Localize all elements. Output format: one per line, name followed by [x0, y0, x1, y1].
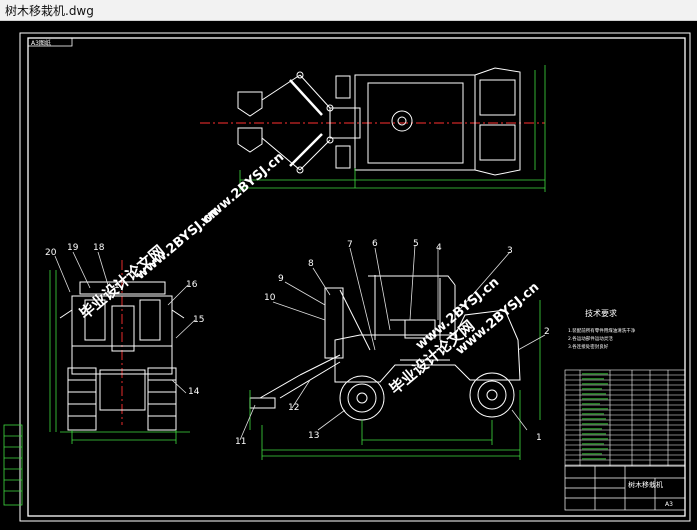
- drawing-canvas[interactable]: A3图纸 1 2 3 4 5 6 7 8 9 10 11 12 13 14 15…: [0, 20, 697, 526]
- part-number: 6: [372, 239, 378, 249]
- sheet-label: A3图纸: [31, 39, 51, 47]
- part-number: 1: [536, 433, 542, 443]
- part-number: 2: [544, 327, 550, 337]
- side-view: [249, 275, 541, 460]
- part-number: 20: [45, 248, 57, 258]
- tech-requirement-line: 3.各连接处密封良好: [568, 343, 609, 350]
- part-number: 11: [235, 437, 246, 447]
- parts-list-fill: [582, 373, 608, 460]
- title-block-name: 树木移栽机: [628, 480, 663, 489]
- part-number: 15: [193, 315, 204, 325]
- part-number: 13: [308, 431, 319, 441]
- part-number: 16: [186, 280, 198, 290]
- tech-requirements: 技术要求 1.装配前所有零件用煤油清洗干净 2.各运动部件运动灵活 3.各连接处…: [568, 308, 636, 350]
- tech-requirement-line: 1.装配前所有零件用煤油清洗干净: [568, 327, 636, 334]
- part-number: 8: [308, 259, 314, 269]
- part-number: 3: [507, 246, 513, 256]
- part-number: 7: [347, 240, 353, 250]
- part-number: 10: [264, 293, 276, 303]
- watermark-text: www.2BYSJ.cn: [133, 205, 222, 283]
- window-titlebar: 树木移栽机.dwg: [0, 0, 697, 21]
- window-title: 树木移栽机.dwg: [5, 4, 94, 18]
- tech-requirement-line: 2.各运动部件运动灵活: [568, 335, 613, 342]
- watermark: www.2BYSJ.cn 毕业设计论文网 www.2BYSJ.cn www.2B…: [76, 150, 542, 398]
- part-number: 19: [67, 243, 79, 253]
- part-number: 5: [413, 239, 419, 249]
- part-number: 12: [288, 403, 299, 413]
- part-number: 9: [278, 274, 284, 284]
- part-number: 14: [188, 387, 200, 397]
- title-block-sheet: A3: [665, 501, 673, 508]
- left-revision-strip: [3, 424, 23, 506]
- tech-requirements-title: 技术要求: [585, 308, 617, 318]
- part-number: 4: [436, 243, 442, 253]
- part-number: 18: [93, 243, 105, 253]
